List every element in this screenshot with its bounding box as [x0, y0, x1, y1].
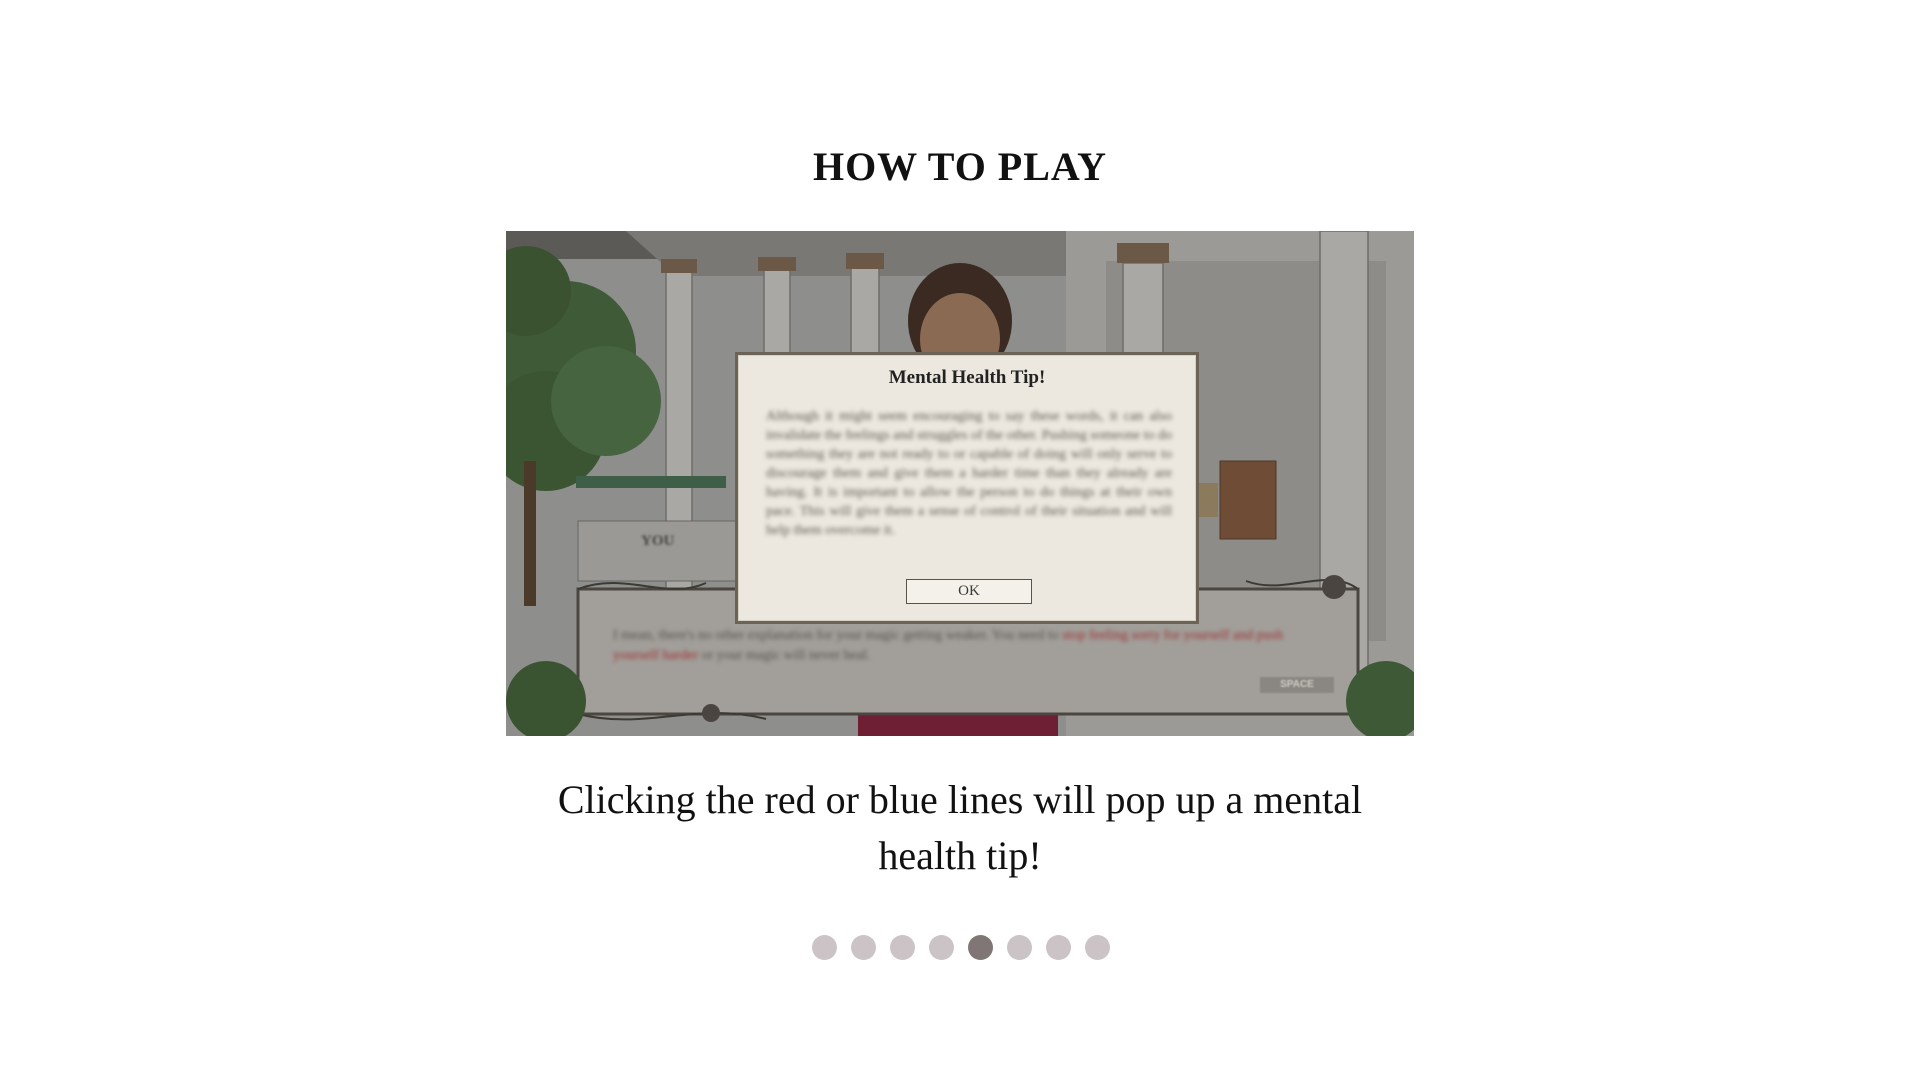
speaker-label: YOU: [641, 533, 675, 549]
pagination-dot-2[interactable]: [851, 935, 876, 960]
pagination-dot-5[interactable]: [968, 935, 993, 960]
pagination-dot-4[interactable]: [929, 935, 954, 960]
slide-caption: Clicking the red or blue lines will pop …: [557, 777, 1363, 878]
how-to-play-page: HOW TO PLAY YOU I mean, there's no other…: [0, 0, 1920, 1080]
dialogue-text: I mean, there's no other explanation for…: [613, 626, 1313, 666]
dialogue-text-end: or your magic will never heal.: [698, 648, 871, 663]
pagination-dot-8[interactable]: [1085, 935, 1110, 960]
tip-title: Mental Health Tip!: [888, 367, 1046, 388]
tutorial-screenshot: YOU I mean, there's no other explanation…: [506, 231, 1414, 736]
space-button: SPACE: [1260, 677, 1334, 693]
pagination-dot-7[interactable]: [1046, 935, 1071, 960]
pagination-dots: [812, 935, 1110, 960]
page-title: HOW TO PLAY: [812, 144, 1108, 189]
pagination-dot-3[interactable]: [890, 935, 915, 960]
pagination-dot-1[interactable]: [812, 935, 837, 960]
dialogue-text-plain: I mean, there's no other explanation for…: [613, 628, 1063, 643]
tip-body: Although it might seem encouraging to sa…: [766, 409, 1172, 538]
ok-button: OK: [906, 579, 1032, 604]
pagination-dot-6[interactable]: [1007, 935, 1032, 960]
mental-health-tip-dialog: Mental Health Tip! Although it might see…: [735, 352, 1199, 624]
